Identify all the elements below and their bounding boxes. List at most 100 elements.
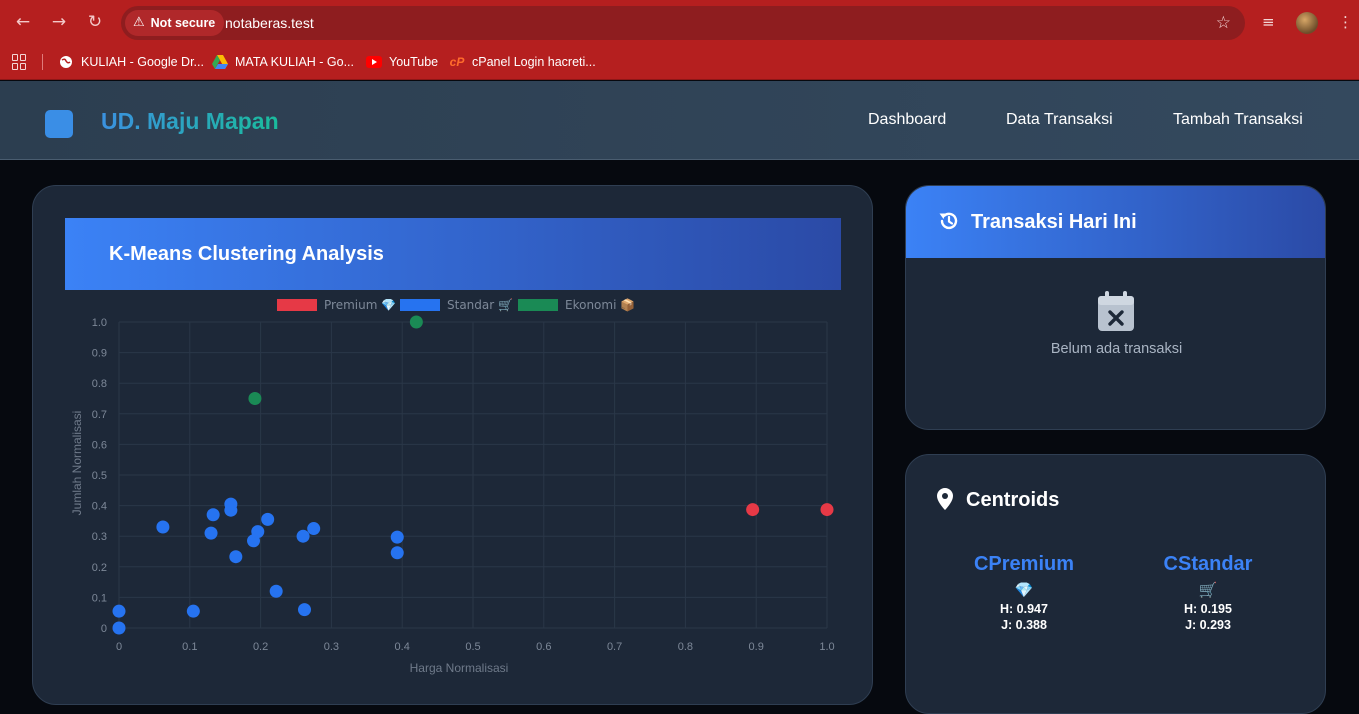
x-tick-label: 0.4 [395,641,410,653]
x-tick-label: 0.9 [749,641,764,653]
reading-list-icon[interactable]: ≡ [1262,10,1275,34]
y-tick-label: 0.1 [92,592,107,604]
scatter-point[interactable] [248,392,262,405]
chart-card: K-Means Clustering Analysis 0 0.1 0.2 0.3 0.… [32,185,873,705]
profile-avatar[interactable] [1296,12,1318,34]
x-tick-label: 1.0 [819,641,834,653]
x-tick-label: 0.6 [536,641,551,653]
centroid-jumlah: J: 0.293 [1185,618,1231,632]
centroid-standar: CStandar 🛒 H: 0.195 J: 0.293 [1128,551,1288,633]
reload-icon[interactable]: ↻ [83,10,107,34]
brand-name[interactable]: UD. Maju Mapan [101,106,279,136]
scatter-point[interactable] [296,529,310,543]
logo-icon [45,110,73,138]
y-tick-label: 0.7 [92,409,107,421]
x-tick-label: 0.1 [182,641,197,653]
empty-state-text: Belum ada transaksi [1050,341,1183,357]
scatter-point[interactable] [390,546,404,560]
x-tick-label: 0.2 [253,641,268,653]
google-drive-icon [212,54,228,70]
back-arrow-icon[interactable]: ← [11,10,35,34]
more-menu-icon[interactable]: ⋮ [1338,10,1353,34]
scatter-point[interactable] [206,508,220,522]
globe-icon [58,54,74,70]
legend-swatch[interactable] [400,299,440,311]
centroid-name: CPremium [973,553,1075,575]
scatter-point[interactable] [251,525,265,539]
map-pin-icon [937,488,953,510]
scatter-point[interactable] [112,604,126,618]
transaksi-header: Transaksi Hari Ini [906,186,1325,258]
bookmark-mata-kuliah[interactable]: MATA KULIAH - Go... [212,44,354,80]
centroids-card: Centroids CPremium 💎 H: 0.947 J: 0.388 C… [905,454,1326,714]
browser-toolbar: ← → ↻ ⚠ Not secure notaberas.test ☆ ≡ ⋮ [0,0,1359,44]
scatter-point[interactable] [820,503,834,517]
scatter-point[interactable] [112,621,126,635]
x-tick-label: 0.5 [465,641,480,653]
y-tick-label: 0 [101,623,107,635]
legend-label[interactable]: Standar 🛒 [447,298,513,312]
y-tick-label: 1.0 [92,317,107,329]
scatter-chart[interactable]: 0 0.1 0.2 0.3 0.4 0.5 0.6 0.7 0.8 0.9 1.0 0 0.1 0.2 0.… [65,290,841,690]
legend-swatch[interactable] [518,299,558,311]
centroid-name: CStandar [1163,553,1253,575]
forward-arrow-icon[interactable]: → [47,10,71,34]
bookmark-label: MATA KULIAH - Go... [235,55,355,69]
bookmark-label: cPanel Login hacreti... [472,55,596,69]
nav-tambah-transaksi[interactable]: Tambah Transaksi [1173,109,1303,131]
bookmark-cpanel[interactable]: cP cPanel Login hacreti... [449,44,596,80]
bookmarks-divider [42,54,43,70]
y-tick-label: 0.6 [92,439,107,451]
bookmark-kuliah[interactable]: KULIAH - Google Dr... [58,44,204,80]
scatter-point[interactable] [224,503,238,517]
y-tick-label: 0.4 [92,501,107,513]
scatter-point[interactable] [156,520,170,534]
y-tick-label: 0.9 [92,348,107,360]
calendar-x-icon [1098,291,1134,331]
bookmark-label: YouTube [389,55,439,69]
bookmarks-bar: KULIAH - Google Dr... MATA KULIAH - Go..… [0,44,1359,80]
security-chip[interactable]: ⚠ Not secure [125,10,225,36]
centroid-harga: H: 0.195 [1184,602,1232,616]
scatter-point[interactable] [409,315,423,329]
scatter-point[interactable] [307,522,321,536]
scatter-point[interactable] [204,526,218,540]
chart-title-bar: K-Means Clustering Analysis [65,218,841,290]
scatter-point[interactable] [269,584,283,598]
nav-dashboard[interactable]: Dashboard [868,109,946,131]
url-text[interactable]: notaberas.test [225,6,314,40]
y-tick-label: 0.2 [92,562,107,574]
transaksi-title: Transaksi Hari Ini [971,211,1137,233]
y-tick-label: 0.8 [92,378,107,390]
legend-label[interactable]: Premium 💎 [324,298,396,312]
address-bar[interactable]: ⚠ Not secure notaberas.test ☆ [121,6,1245,40]
cart-icon: 🛒 [1198,581,1218,599]
diamond-icon: 💎 [1014,581,1034,599]
legend-swatch[interactable] [277,299,317,311]
centroid-jumlah: J: 0.388 [1001,618,1047,632]
scatter-point[interactable] [229,550,243,564]
warning-icon: ⚠ [133,15,145,30]
y-tick-label: 0.5 [92,470,107,482]
legend-label[interactable]: Ekonomi 📦 [565,298,635,312]
scatter-point[interactable] [186,604,200,618]
bookmark-youtube[interactable]: YouTube [366,44,438,80]
centroid-harga: H: 0.947 [1000,602,1048,616]
scatter-point[interactable] [746,503,760,517]
scatter-point[interactable] [390,530,404,544]
scatter-point[interactable] [261,512,275,526]
apps-grid-icon[interactable] [12,54,28,70]
y-tick-label: 0.3 [92,531,107,543]
transaksi-card: Transaksi Hari Ini Belum ada transaksi [905,185,1326,430]
security-label: Not secure [150,16,216,30]
x-axis-title: Harga Normalisasi [410,661,509,675]
nav-data-transaksi[interactable]: Data Transaksi [1006,109,1113,131]
centroid-premium: CPremium 💎 H: 0.947 J: 0.388 [944,551,1104,633]
bookmark-label: KULIAH - Google Dr... [81,55,204,69]
chart-title: K-Means Clustering Analysis [109,243,384,265]
x-tick-label: 0.3 [324,641,339,653]
bookmark-star-icon[interactable]: ☆ [1216,6,1231,40]
app-header: UD. Maju Mapan Dashboard Data Transaksi … [0,81,1359,160]
cpanel-icon: cP [449,55,465,69]
scatter-point[interactable] [297,603,311,617]
